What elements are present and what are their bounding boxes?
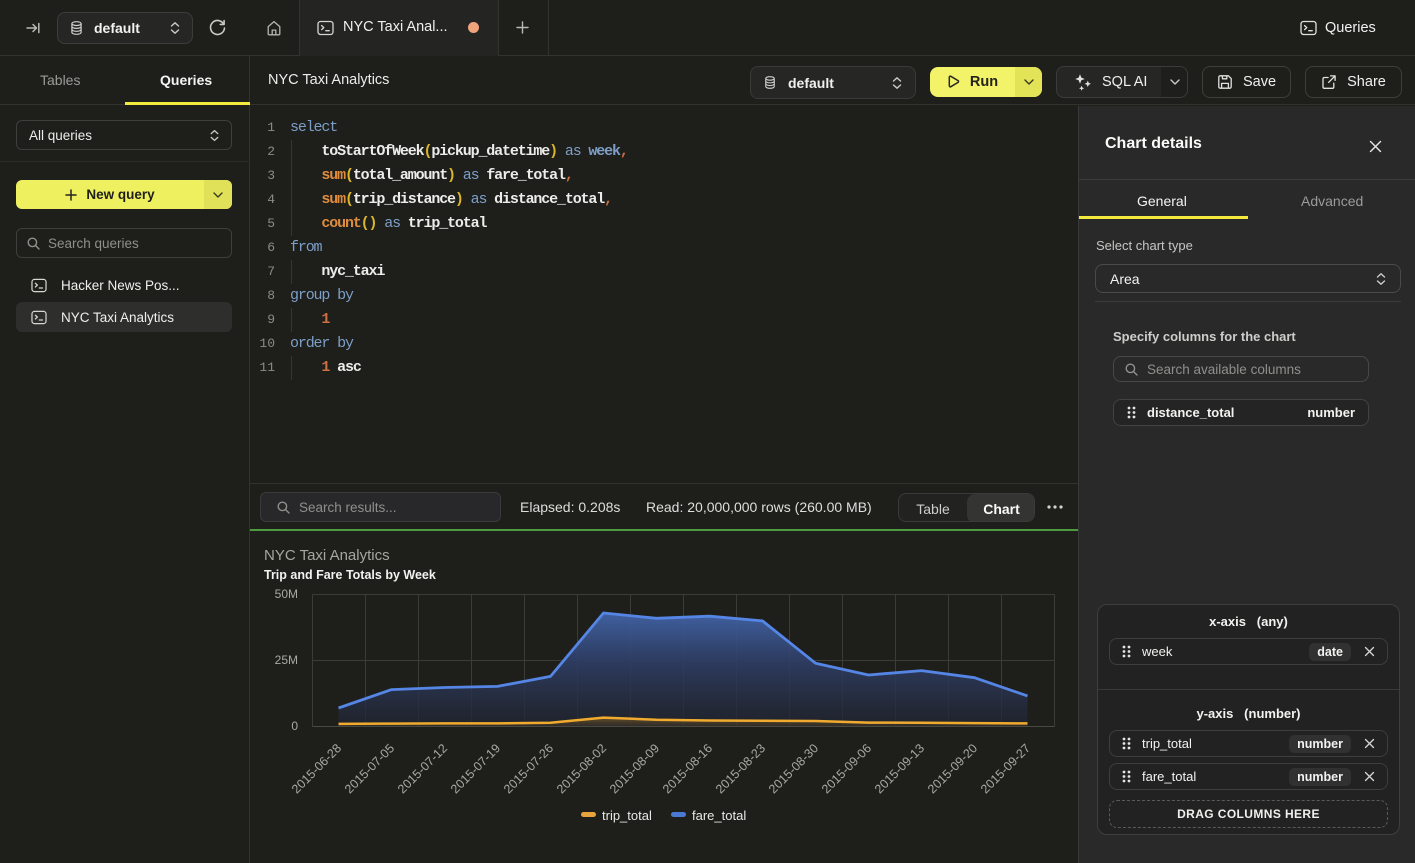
svg-text:2015-07-19: 2015-07-19 xyxy=(448,741,503,796)
svg-text:2015-08-30: 2015-08-30 xyxy=(766,741,821,796)
svg-text:2015-07-05: 2015-07-05 xyxy=(342,741,397,796)
svg-text:2015-08-16: 2015-08-16 xyxy=(660,741,715,796)
svg-text:2015-08-02: 2015-08-02 xyxy=(554,741,609,796)
svg-text:fare_total: fare_total xyxy=(692,808,746,823)
svg-text:2015-08-09: 2015-08-09 xyxy=(607,741,662,796)
svg-text:trip_total: trip_total xyxy=(602,808,652,823)
svg-text:2015-09-13: 2015-09-13 xyxy=(872,741,927,796)
svg-text:2015-09-27: 2015-09-27 xyxy=(978,741,1033,796)
svg-text:25M: 25M xyxy=(275,653,298,667)
svg-text:2015-09-06: 2015-09-06 xyxy=(819,741,874,796)
svg-text:50M: 50M xyxy=(275,587,298,601)
svg-text:2015-09-20: 2015-09-20 xyxy=(925,741,980,796)
svg-text:0: 0 xyxy=(291,719,298,733)
svg-text:2015-08-23: 2015-08-23 xyxy=(713,741,768,796)
svg-text:2015-06-28: 2015-06-28 xyxy=(289,741,344,796)
svg-text:2015-07-12: 2015-07-12 xyxy=(395,741,450,796)
svg-text:2015-07-26: 2015-07-26 xyxy=(501,741,556,796)
